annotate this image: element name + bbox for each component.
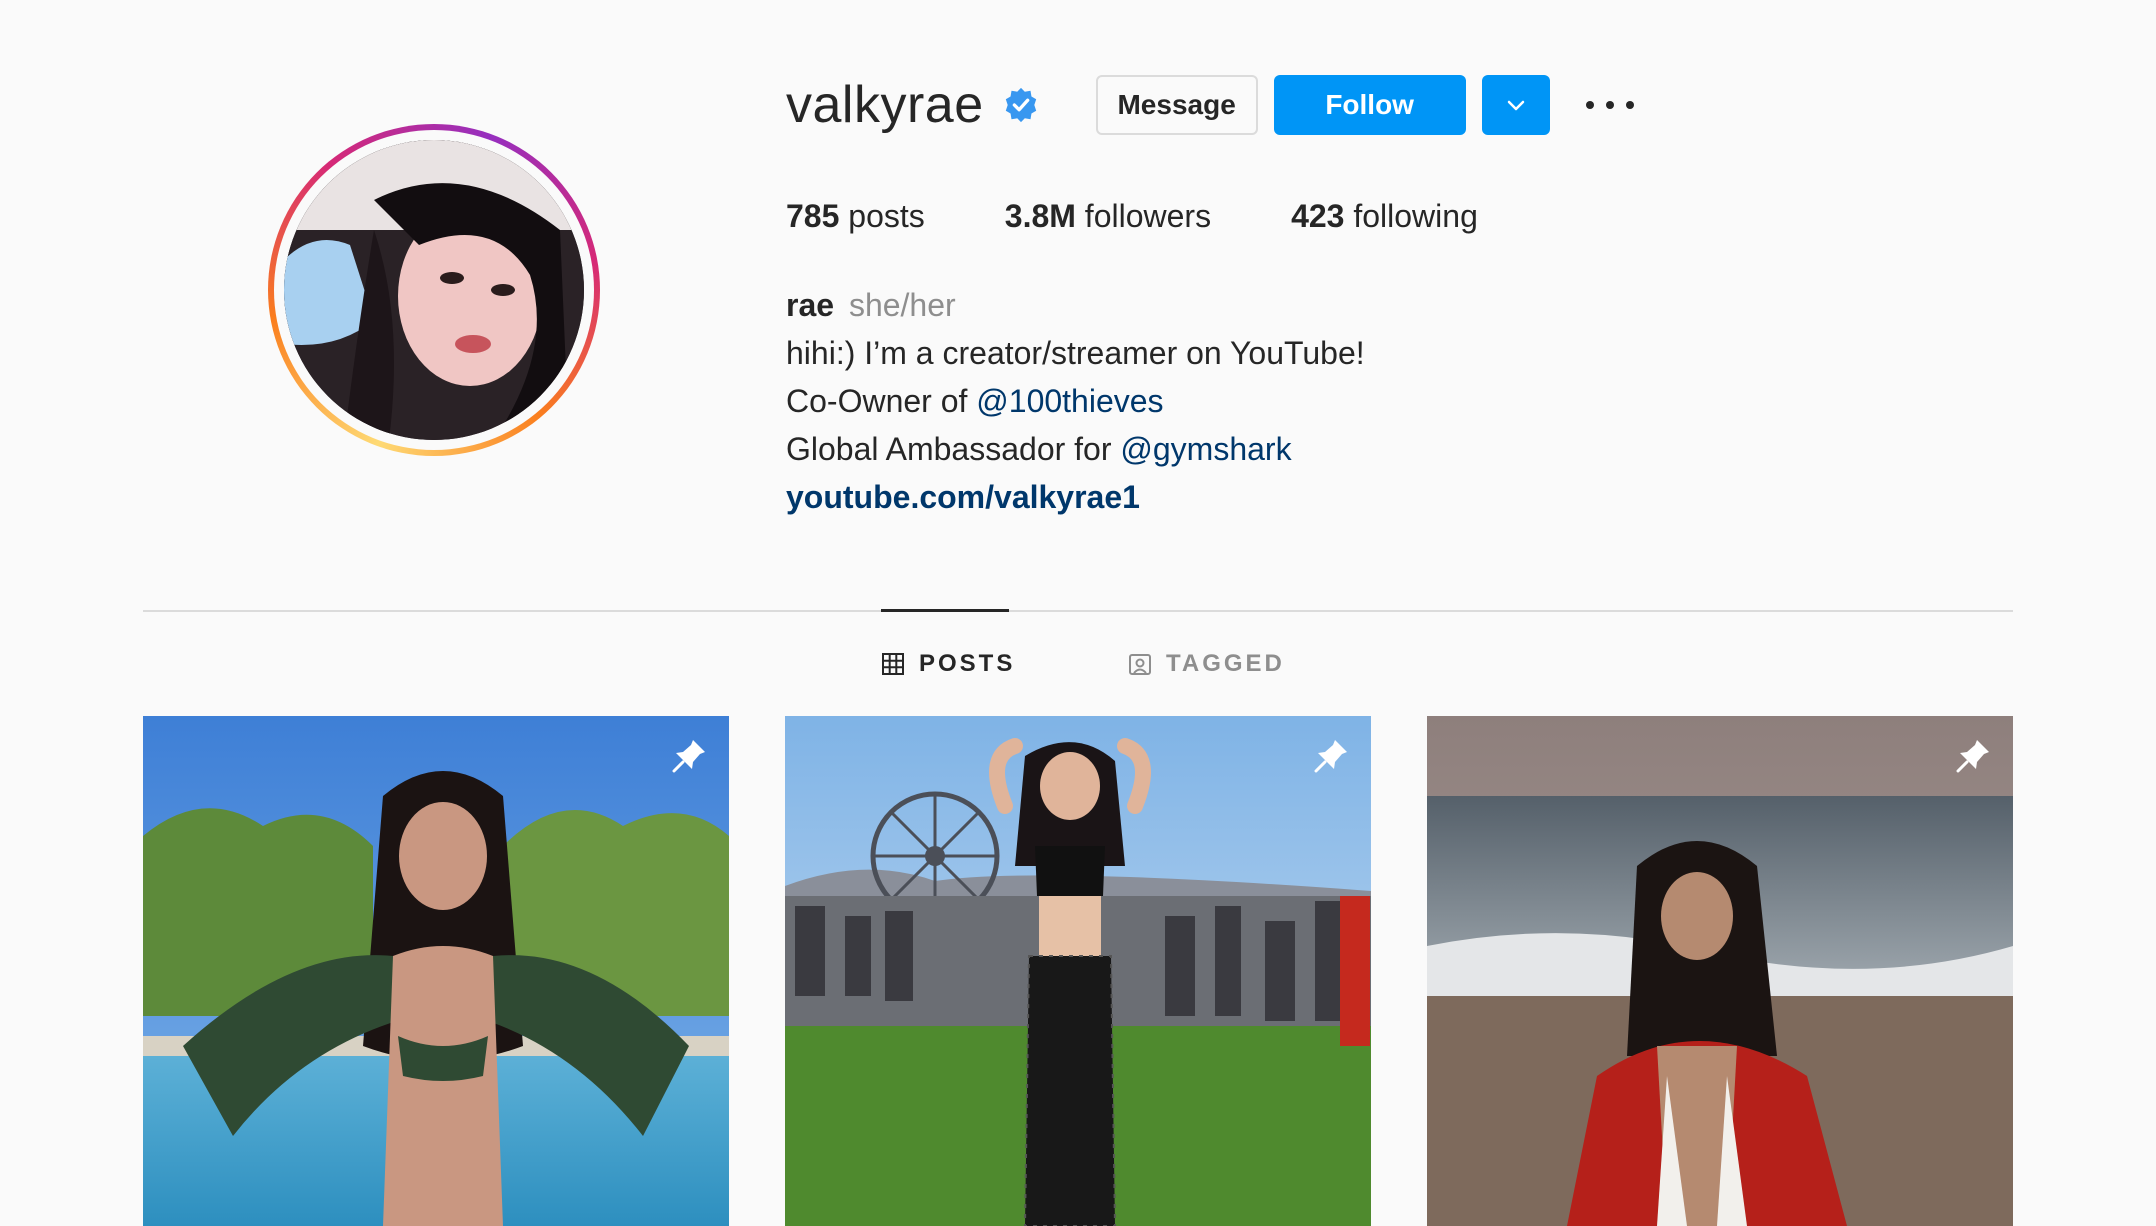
- bio-line-1: hihi:) I’m a creator/streamer on YouTube…: [786, 335, 1365, 371]
- story-ring[interactable]: [268, 124, 600, 456]
- following-count: 423: [1291, 198, 1345, 234]
- tab-posts[interactable]: POSTS: [881, 648, 1015, 680]
- profile-header: valkyrae Message Follow 785 posts 3.8M f…: [786, 60, 1886, 521]
- bio-name-line: rae she/her: [786, 281, 1886, 329]
- post-photo-beach: [1427, 716, 2013, 1226]
- bio-line-2: Co-Owner of @100thieves: [786, 383, 1164, 419]
- active-tab-indicator: [881, 609, 1009, 612]
- bio-line-3: Global Ambassador for @gymshark: [786, 431, 1292, 467]
- verified-badge-icon: [1005, 87, 1036, 123]
- display-name: rae: [786, 287, 835, 323]
- chevron-down-icon: [1507, 100, 1524, 111]
- message-button[interactable]: Message: [1095, 75, 1258, 135]
- tagged-user-icon: [1129, 654, 1151, 675]
- posts-count: 785: [786, 198, 840, 234]
- username: valkyrae: [786, 76, 984, 134]
- pin-icon: [1956, 740, 1989, 773]
- post-photo-festival: [785, 716, 1371, 1226]
- website-link[interactable]: youtube.com/valkyrae1: [786, 473, 1886, 521]
- more-options-icon[interactable]: [1585, 85, 1634, 125]
- post-tile[interactable]: [785, 716, 1371, 1226]
- avatar[interactable]: [284, 140, 584, 440]
- pronouns: she/her: [848, 287, 956, 323]
- suggested-accounts-button[interactable]: [1481, 75, 1550, 135]
- post-tile[interactable]: [143, 716, 729, 1226]
- title-row: valkyrae Message Follow: [786, 60, 1886, 150]
- tabs-divider: [143, 610, 2013, 612]
- stats-row: 785 posts 3.8M followers 423 following: [786, 198, 1886, 235]
- followers-stat[interactable]: 3.8M followers: [1005, 198, 1211, 235]
- mention-100thieves[interactable]: @100thieves: [976, 383, 1163, 419]
- tab-tagged[interactable]: TAGGED: [1128, 648, 1285, 680]
- followers-count: 3.8M: [1004, 198, 1076, 234]
- grid-icon: [882, 653, 904, 675]
- posts-stat: 785 posts: [786, 198, 925, 235]
- bio: rae she/her hihi:) I’m a creator/streame…: [786, 281, 1886, 521]
- mention-gymshark[interactable]: @gymshark: [1120, 431, 1291, 467]
- followers-label: followers: [1084, 198, 1212, 234]
- following-label: following: [1353, 198, 1478, 234]
- avatar-photo: [284, 140, 584, 440]
- posts-label: posts: [848, 198, 925, 234]
- profile-page: valkyrae Message Follow 785 posts 3.8M f…: [0, 0, 2156, 1226]
- follow-button[interactable]: Follow: [1273, 75, 1466, 135]
- pin-icon: [1314, 740, 1347, 773]
- pin-icon: [672, 740, 705, 773]
- tab-posts-label: POSTS: [919, 650, 1016, 677]
- post-tile[interactable]: [1427, 716, 2013, 1226]
- tab-tagged-label: TAGGED: [1166, 650, 1285, 677]
- post-photo-pool: [143, 716, 729, 1226]
- following-stat[interactable]: 423 following: [1291, 198, 1478, 235]
